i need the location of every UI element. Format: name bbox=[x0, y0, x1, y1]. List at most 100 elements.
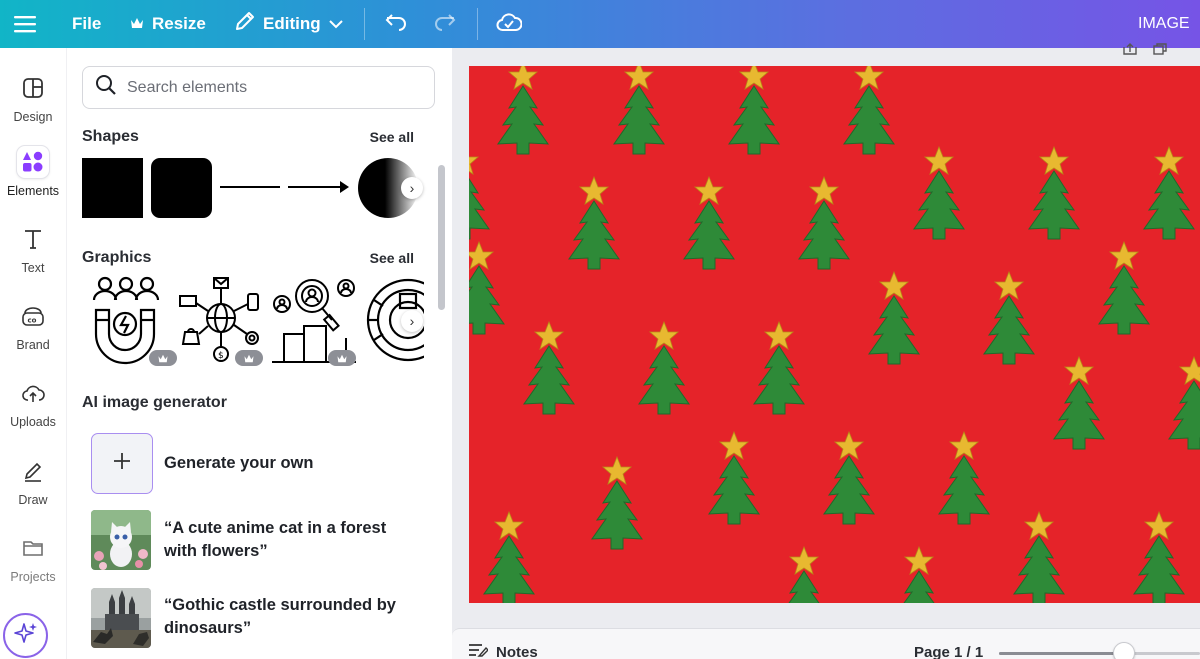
top-toolbar: File Resize Editing IMAGE bbox=[0, 0, 1200, 48]
christmas-tree bbox=[1143, 146, 1195, 240]
duplicate-page-icon[interactable] bbox=[1152, 42, 1168, 60]
search-box[interactable] bbox=[82, 66, 435, 109]
svg-text:$: $ bbox=[218, 351, 224, 361]
graphic-talent-search[interactable] bbox=[270, 276, 358, 366]
christmas-tree bbox=[823, 431, 875, 525]
canvas-area bbox=[452, 43, 1200, 659]
rail-item-label: Brand bbox=[16, 338, 50, 352]
rounded-square-shape[interactable] bbox=[151, 158, 212, 218]
zoom-slider-handle[interactable] bbox=[1112, 642, 1135, 659]
share-page-icon[interactable] bbox=[1122, 42, 1138, 60]
ai-generator-section-title: AI image generator bbox=[82, 394, 227, 411]
document-title-label: IMAGE bbox=[1138, 15, 1190, 32]
notes-button[interactable]: Notes bbox=[468, 643, 538, 659]
undo-button[interactable] bbox=[385, 0, 407, 48]
shapes-scroll-right[interactable]: › bbox=[401, 177, 423, 199]
square-shape[interactable] bbox=[82, 158, 143, 218]
line-shape[interactable] bbox=[220, 186, 280, 188]
editing-mode-dropdown[interactable]: Editing bbox=[234, 0, 343, 48]
christmas-tree bbox=[469, 241, 505, 335]
graphic-network-hub[interactable]: $ bbox=[177, 276, 265, 366]
anime-cat-thumbnail[interactable] bbox=[91, 510, 151, 570]
christmas-tree bbox=[523, 321, 575, 415]
folder-icon bbox=[17, 532, 49, 564]
generate-your-own-label[interactable]: Generate your own bbox=[164, 452, 414, 475]
shapes-see-all-link[interactable]: See all bbox=[370, 129, 414, 145]
rail-item-brand[interactable]: co Brand bbox=[0, 300, 66, 352]
document-title[interactable]: IMAGE bbox=[1138, 0, 1190, 48]
shapes-section-title: Shapes bbox=[82, 128, 139, 145]
plus-icon bbox=[112, 451, 132, 476]
cloud-upload-icon bbox=[17, 377, 49, 409]
christmas-tree bbox=[469, 146, 490, 240]
redo-icon bbox=[434, 12, 456, 37]
cloud-check-icon bbox=[496, 12, 523, 37]
notes-icon bbox=[468, 643, 489, 659]
rail-item-design[interactable]: Design bbox=[0, 72, 66, 124]
christmas-tree bbox=[868, 271, 920, 365]
left-rail: Design Elements Text co Brand Uploads Dr… bbox=[0, 48, 66, 659]
page-indicator[interactable]: Page 1 / 1 bbox=[914, 644, 983, 659]
christmas-tree bbox=[938, 431, 990, 525]
generate-your-own-button[interactable] bbox=[91, 433, 153, 494]
christmas-tree-pattern bbox=[469, 66, 1200, 603]
menu-icon[interactable] bbox=[14, 0, 36, 48]
christmas-tree bbox=[1098, 241, 1150, 335]
christmas-tree bbox=[1168, 356, 1200, 450]
zoom-slider[interactable] bbox=[999, 652, 1200, 655]
rail-item-elements[interactable]: Elements bbox=[0, 146, 66, 198]
premium-crown-badge bbox=[235, 350, 263, 366]
redo-button[interactable] bbox=[434, 0, 456, 48]
christmas-tree bbox=[753, 321, 805, 415]
graphic-team-magnet[interactable] bbox=[91, 276, 179, 366]
panel-scrollbar[interactable] bbox=[438, 165, 445, 310]
resize-label: Resize bbox=[152, 14, 206, 33]
christmas-tree bbox=[983, 271, 1035, 365]
text-icon bbox=[17, 223, 49, 255]
christmas-tree bbox=[708, 431, 760, 525]
christmas-tree bbox=[893, 546, 945, 603]
undo-icon bbox=[385, 12, 407, 37]
brand-icon: co bbox=[17, 300, 49, 332]
page-tools bbox=[1122, 42, 1168, 60]
christmas-tree bbox=[1028, 146, 1080, 240]
editor-footer: Notes Page 1 / 1 bbox=[452, 628, 1200, 659]
premium-crown-badge bbox=[149, 350, 177, 366]
christmas-tree bbox=[728, 66, 780, 155]
file-menu-button[interactable]: File bbox=[72, 0, 101, 48]
chevron-right-icon: › bbox=[409, 313, 415, 329]
christmas-tree bbox=[1053, 356, 1105, 450]
rail-item-label: Text bbox=[21, 261, 45, 275]
rail-item-label: Elements bbox=[6, 184, 60, 198]
graphics-see-all-link[interactable]: See all bbox=[370, 250, 414, 266]
christmas-tree bbox=[613, 66, 665, 155]
rail-item-label: Draw bbox=[18, 493, 48, 507]
arrow-line-shape[interactable] bbox=[288, 178, 350, 196]
svg-text:co: co bbox=[28, 317, 37, 325]
elements-panel: Shapes See all › Graphics See all bbox=[66, 48, 452, 659]
christmas-tree bbox=[568, 176, 620, 270]
christmas-tree bbox=[638, 321, 690, 415]
save-status-button[interactable] bbox=[496, 0, 523, 48]
magic-button[interactable] bbox=[3, 613, 48, 658]
christmas-tree bbox=[778, 546, 830, 603]
christmas-tree bbox=[1133, 511, 1185, 603]
search-icon bbox=[95, 74, 117, 101]
shapes-icon bbox=[17, 146, 49, 178]
christmas-tree bbox=[1013, 511, 1065, 603]
design-canvas[interactable] bbox=[469, 66, 1200, 603]
rail-item-projects[interactable]: Projects bbox=[0, 532, 66, 584]
resize-button[interactable]: Resize bbox=[130, 0, 206, 48]
rail-item-label: Uploads bbox=[10, 415, 56, 429]
search-input[interactable] bbox=[127, 78, 417, 97]
rail-item-label: Projects bbox=[10, 570, 56, 584]
ai-prompt-cat[interactable]: “A cute anime cat in a forest with flowe… bbox=[164, 517, 414, 563]
zoom-slider-fill bbox=[999, 652, 1124, 655]
rail-item-uploads[interactable]: Uploads bbox=[0, 377, 66, 429]
pencil-icon bbox=[234, 11, 255, 37]
graphics-scroll-right[interactable]: › bbox=[401, 310, 423, 332]
rail-item-draw[interactable]: Draw bbox=[0, 455, 66, 507]
gothic-castle-thumbnail[interactable] bbox=[91, 588, 151, 648]
rail-item-text[interactable]: Text bbox=[0, 223, 66, 275]
ai-prompt-castle[interactable]: “Gothic castle surrounded by dinosaurs” bbox=[164, 594, 414, 640]
